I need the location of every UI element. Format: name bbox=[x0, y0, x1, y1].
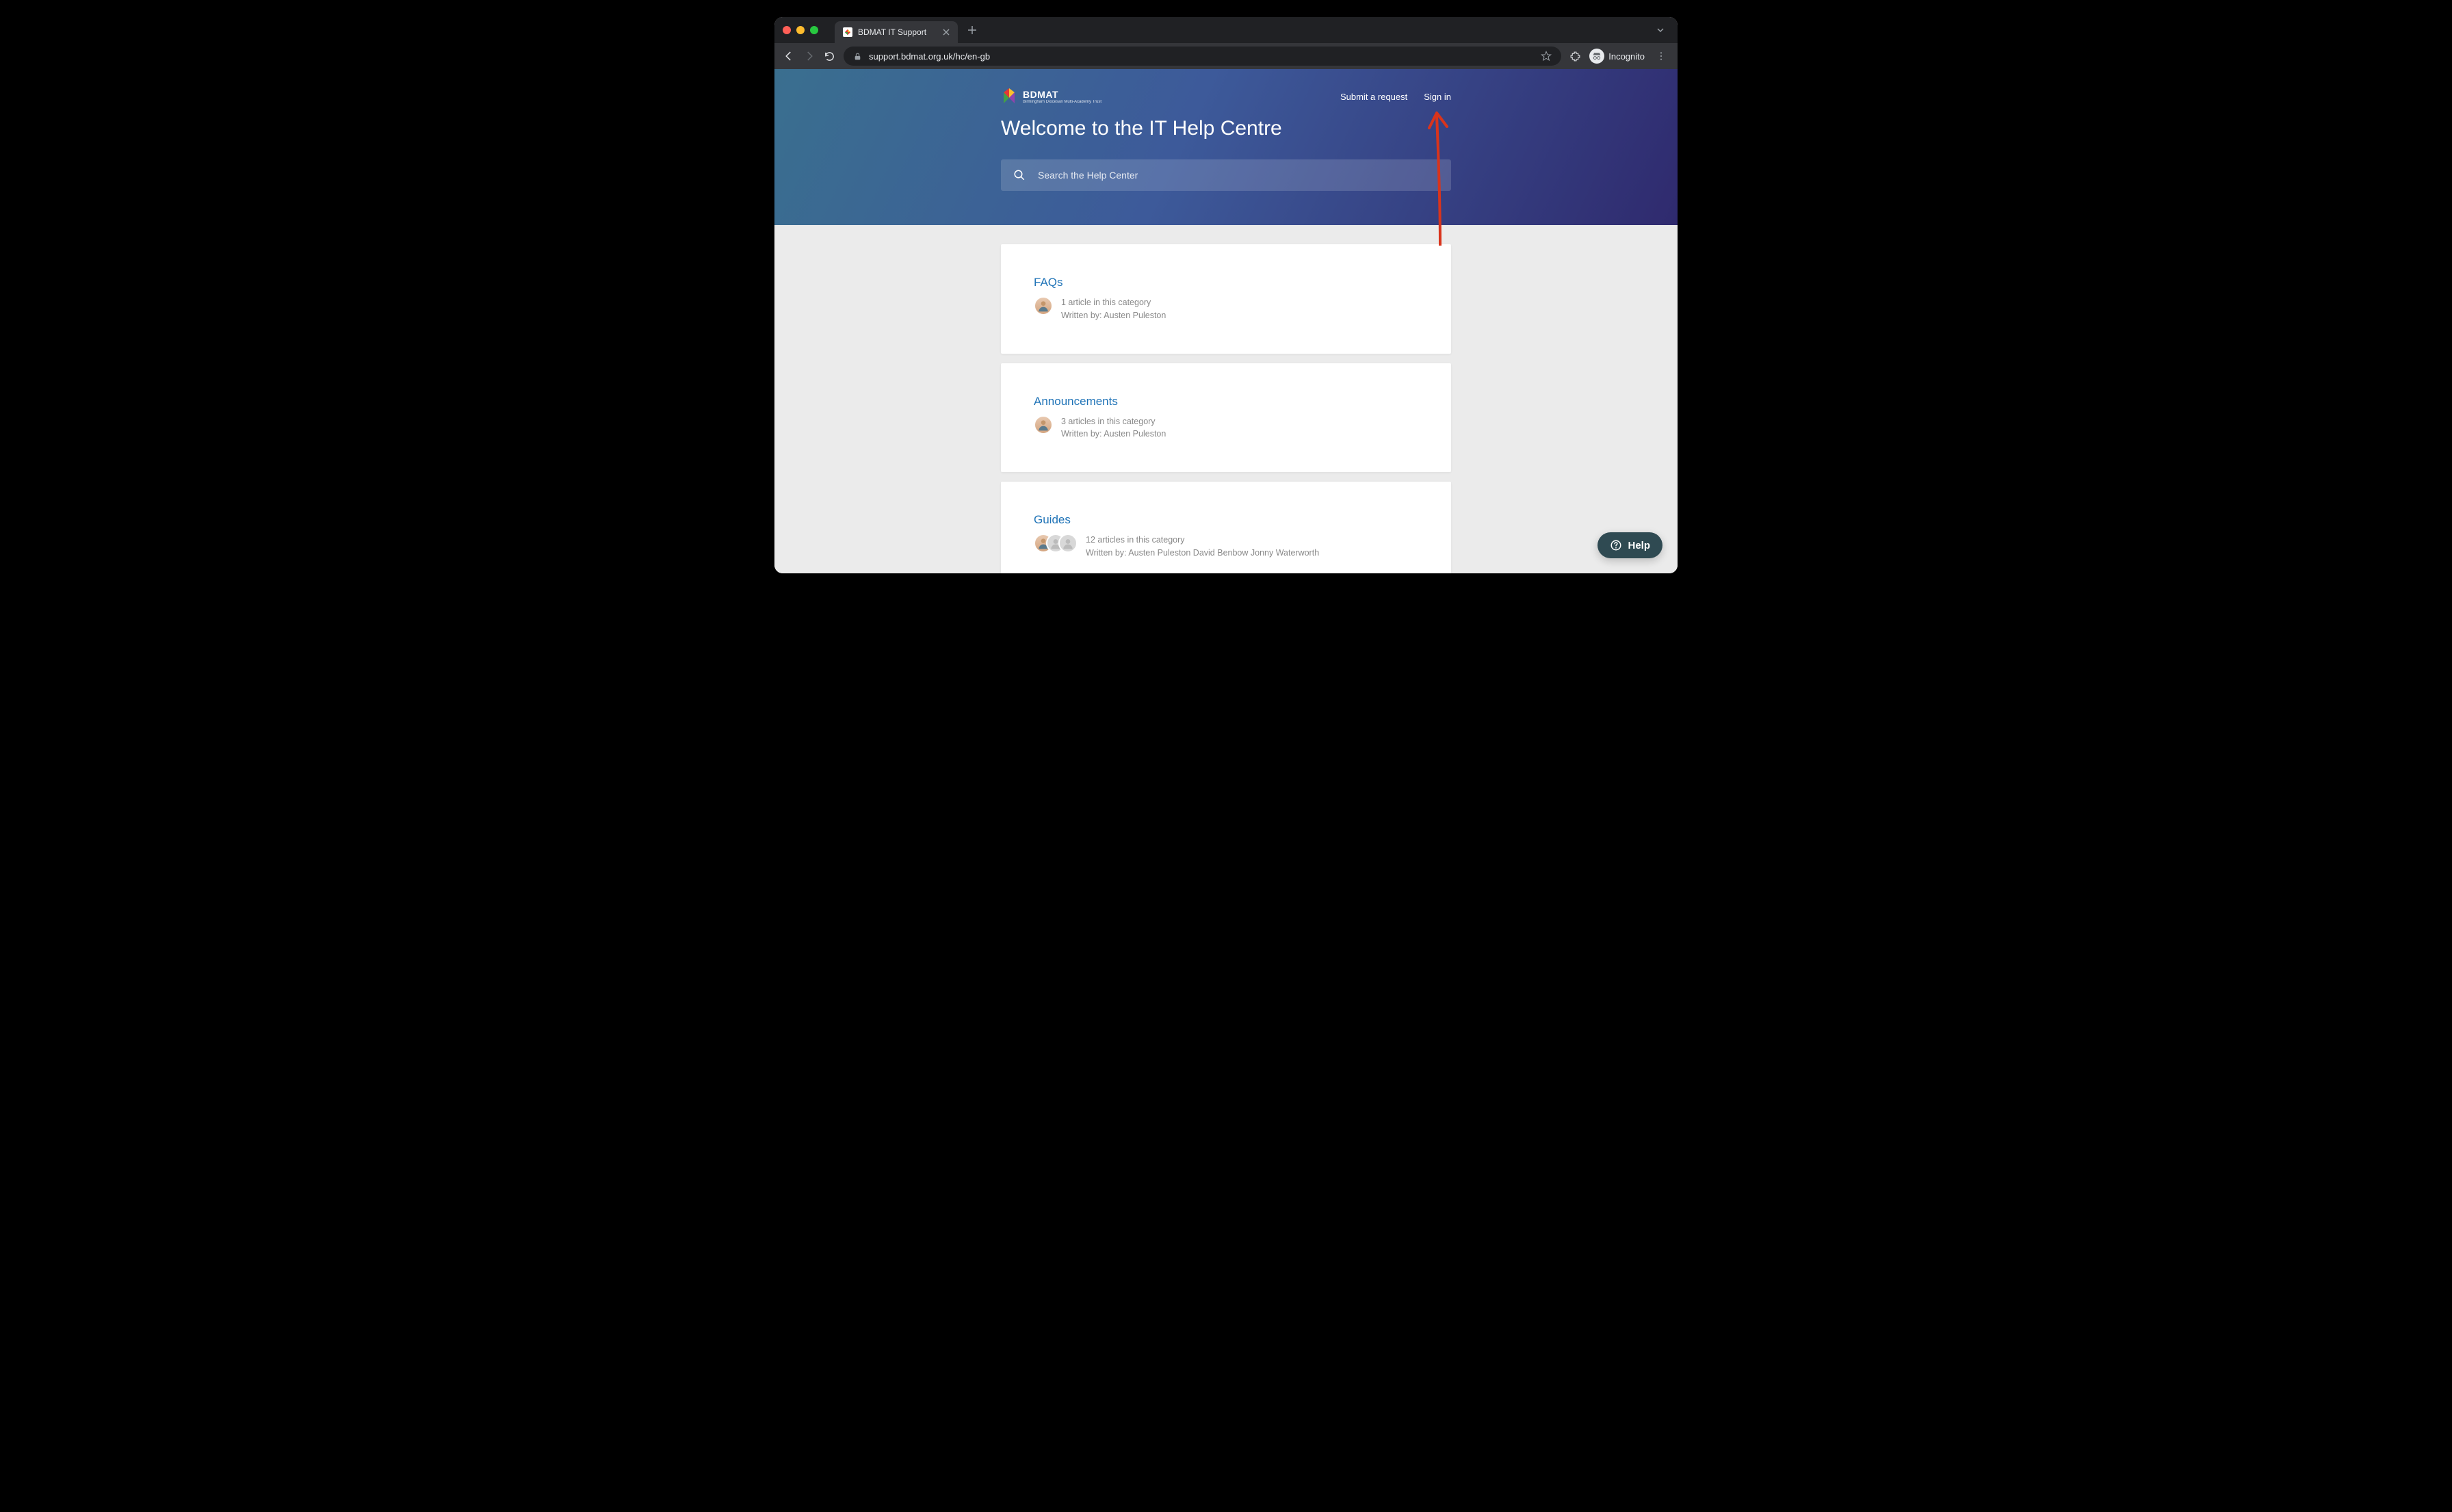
help-widget-label: Help bbox=[1628, 540, 1650, 551]
maximize-window-button[interactable] bbox=[810, 26, 818, 34]
minimize-window-button[interactable] bbox=[796, 26, 805, 34]
logo-mark-icon bbox=[1001, 88, 1017, 105]
category-meta-text: 1 article in this categoryWritten by: Au… bbox=[1061, 296, 1166, 322]
category-title[interactable]: Announcements bbox=[1034, 395, 1418, 408]
close-tab-button[interactable] bbox=[943, 29, 950, 36]
category-meta: 3 articles in this categoryWritten by: A… bbox=[1034, 415, 1418, 441]
avatar bbox=[1034, 415, 1053, 434]
url-text: support.bdmat.org.uk/hc/en-gb bbox=[869, 51, 990, 62]
browser-window: BDMAT IT Support bbox=[774, 17, 1678, 573]
site-logo[interactable]: BDMAT Birmingham Diocesan Multi-Academy … bbox=[1001, 88, 1101, 105]
tab-title: BDMAT IT Support bbox=[858, 27, 937, 37]
logo-subtitle: Birmingham Diocesan Multi-Academy Trust bbox=[1023, 100, 1101, 105]
author-avatars bbox=[1034, 296, 1053, 315]
incognito-indicator[interactable]: Incognito bbox=[1589, 49, 1645, 64]
submit-request-link[interactable]: Submit a request bbox=[1340, 92, 1407, 102]
reload-button[interactable] bbox=[824, 51, 835, 62]
authors-text: Written by: Austen Puleston bbox=[1061, 428, 1166, 441]
lock-icon bbox=[853, 52, 862, 61]
incognito-icon bbox=[1589, 49, 1604, 64]
tab-favicon bbox=[843, 27, 852, 37]
author-avatars bbox=[1034, 415, 1053, 434]
browser-toolbar: support.bdmat.org.uk/hc/en-gb Incognito bbox=[774, 43, 1678, 69]
category-meta: 12 articles in this categoryWritten by: … bbox=[1034, 534, 1418, 560]
new-tab-button[interactable] bbox=[963, 25, 981, 35]
category-meta-text: 3 articles in this categoryWritten by: A… bbox=[1061, 415, 1166, 441]
back-button[interactable] bbox=[783, 50, 795, 62]
authors-text: Written by: Austen Puleston bbox=[1061, 309, 1166, 322]
category-list: FAQs1 article in this categoryWritten by… bbox=[1001, 225, 1451, 573]
help-icon bbox=[1610, 539, 1622, 551]
category-meta-text: 12 articles in this categoryWritten by: … bbox=[1086, 534, 1319, 560]
address-bar[interactable]: support.bdmat.org.uk/hc/en-gb bbox=[844, 47, 1561, 66]
search-icon bbox=[1013, 169, 1026, 181]
tab-search-button[interactable] bbox=[1652, 25, 1669, 35]
browser-menu-button[interactable] bbox=[1653, 51, 1669, 62]
tab-strip: BDMAT IT Support bbox=[774, 17, 1678, 43]
bookmark-button[interactable] bbox=[1541, 51, 1552, 62]
avatar bbox=[1058, 534, 1078, 553]
avatar bbox=[1034, 296, 1053, 315]
author-avatars bbox=[1034, 534, 1078, 553]
article-count: 12 articles in this category bbox=[1086, 534, 1319, 547]
window-controls bbox=[783, 26, 818, 34]
article-count: 3 articles in this category bbox=[1061, 415, 1166, 428]
category-title[interactable]: Guides bbox=[1034, 513, 1418, 527]
forward-button[interactable] bbox=[803, 50, 816, 62]
category-card[interactable]: FAQs 1 article in this categoryWritten by… bbox=[1001, 244, 1451, 354]
logo-name: BDMAT bbox=[1023, 89, 1101, 100]
authors-text: Written by: Austen Puleston David Benbow… bbox=[1086, 547, 1319, 560]
close-window-button[interactable] bbox=[783, 26, 791, 34]
sign-in-link[interactable]: Sign in bbox=[1424, 92, 1451, 102]
incognito-label: Incognito bbox=[1608, 51, 1645, 62]
category-title[interactable]: FAQs bbox=[1034, 276, 1418, 289]
category-meta: 1 article in this categoryWritten by: Au… bbox=[1034, 296, 1418, 322]
page-content: BDMAT Birmingham Diocesan Multi-Academy … bbox=[774, 69, 1678, 573]
category-card[interactable]: Guides 12 articles in this categoryWritte… bbox=[1001, 482, 1451, 573]
hero-section: BDMAT Birmingham Diocesan Multi-Academy … bbox=[774, 69, 1678, 225]
page-title: Welcome to the IT Help Centre bbox=[1001, 117, 1451, 140]
search-box[interactable] bbox=[1001, 159, 1451, 191]
article-count: 1 article in this category bbox=[1061, 296, 1166, 309]
search-input[interactable] bbox=[1038, 170, 1439, 181]
browser-tab[interactable]: BDMAT IT Support bbox=[835, 21, 958, 43]
help-widget-button[interactable]: Help bbox=[1597, 532, 1662, 558]
category-card[interactable]: Announcements 3 articles in this category… bbox=[1001, 363, 1451, 473]
extensions-button[interactable] bbox=[1569, 51, 1581, 62]
